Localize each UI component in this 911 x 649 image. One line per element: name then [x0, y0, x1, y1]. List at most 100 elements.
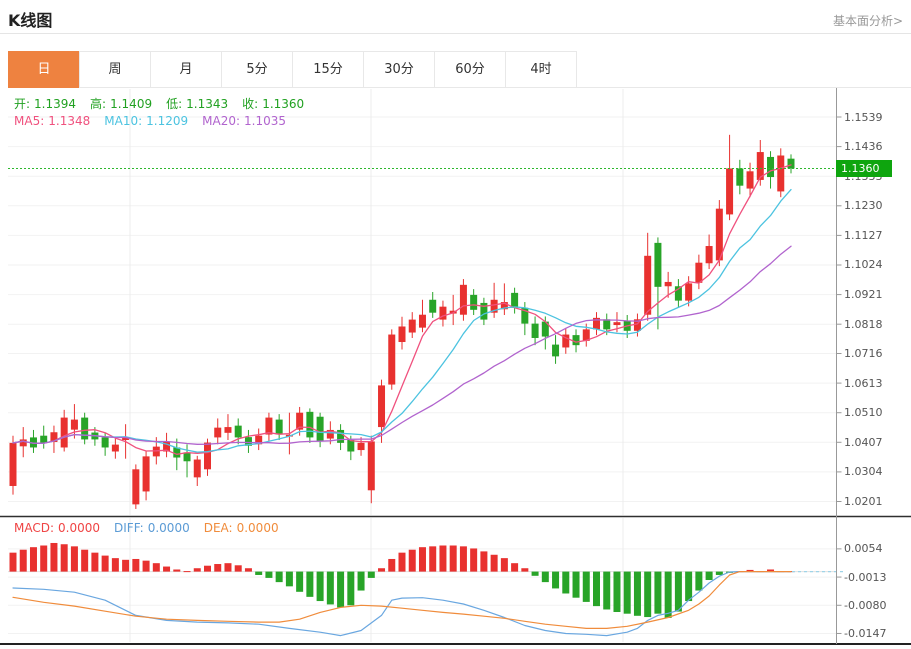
macd-bar [521, 568, 528, 571]
legend-label: 高: [90, 97, 106, 111]
candle-body-up [358, 443, 365, 450]
axis-tick-label: 1.1436 [844, 140, 883, 153]
macd-bar [337, 572, 344, 608]
macd-bar [163, 567, 170, 572]
candle-body-down [429, 300, 436, 313]
legend-value: 1.1348 [48, 114, 90, 128]
macd-bar [399, 553, 406, 572]
axis-tick-label: 0.0054 [844, 542, 883, 555]
axis-tick-label: 1.1230 [844, 199, 883, 212]
candle-body-down [347, 440, 354, 451]
macd-bar [562, 572, 569, 594]
candle-body-up [747, 171, 754, 188]
macd-bar [122, 560, 129, 572]
axis-tick-label: 1.0613 [844, 377, 883, 390]
legend-label: 收: [242, 97, 258, 111]
macd-bar [132, 559, 139, 572]
axis-tick-label: 1.1127 [844, 229, 883, 242]
macd-bar [439, 546, 446, 572]
legend-value: 1.1035 [244, 114, 286, 128]
macd-bar [204, 566, 211, 572]
candle-body-up [706, 246, 713, 263]
candle-body-down [603, 319, 610, 329]
macd-bar [30, 547, 37, 571]
macd-bar [20, 550, 27, 572]
candle-body-up [112, 445, 119, 452]
macd-bar [112, 558, 119, 571]
macd-bar [511, 563, 518, 571]
axis-tick-label: 1.0407 [844, 436, 883, 449]
axis-tick-label: 1.0304 [844, 465, 883, 478]
candle-body-up [726, 168, 733, 214]
candle-body-up [378, 385, 385, 427]
macd-bar [245, 568, 252, 571]
macd-bar [143, 561, 150, 572]
candle-body-up [685, 283, 692, 300]
macd-bar [10, 553, 17, 572]
legend-value: 1.1394 [34, 97, 76, 111]
macd-bar [685, 572, 692, 601]
macd-bar [153, 563, 160, 571]
macd-bar [91, 553, 98, 572]
macd-bar [40, 546, 47, 572]
macd-bar [255, 572, 262, 575]
macd-bar [276, 572, 283, 583]
legend-label: MACD: [14, 521, 54, 535]
macd-bar [317, 572, 324, 601]
macd-bar [368, 572, 375, 578]
macd-bar [296, 572, 303, 592]
macd-bar [491, 555, 498, 572]
macd-bar [654, 572, 661, 614]
ma-legend: MA5:1.1348MA10:1.1209MA20:1.1035 [14, 114, 300, 128]
last-price-value: 1.1360 [841, 162, 880, 175]
macd-bar [61, 544, 68, 571]
candle-body-up [399, 326, 406, 342]
legend-label: MA10: [104, 114, 142, 128]
legend-value: 1.1209 [146, 114, 188, 128]
macd-bar [429, 546, 436, 571]
candle-body-down [317, 417, 324, 442]
macd-bar [184, 571, 191, 572]
macd-bar [501, 558, 508, 571]
candle-body-down [767, 157, 774, 177]
candle-body-down [306, 412, 313, 438]
candle-body-up [368, 441, 375, 490]
candle-body-up [10, 443, 17, 486]
legend-value: 0.0000 [237, 521, 279, 535]
macd-bar [716, 572, 723, 575]
legend-label: DIFF: [114, 521, 144, 535]
macd-bar [378, 568, 385, 571]
macd-bar [695, 572, 702, 591]
candle-body-up [143, 456, 150, 491]
axis-tick-label: -0.0080 [844, 599, 886, 612]
candle-body-down [573, 335, 580, 345]
axis-tick-label: 1.0201 [844, 495, 883, 508]
axis-tick-label: 1.0510 [844, 406, 883, 419]
candle-body-up [419, 315, 426, 328]
macd-bar [173, 569, 180, 571]
macd-bar [306, 572, 313, 597]
macd-bar [644, 572, 651, 617]
macd-bar [460, 546, 467, 571]
macd-bar [603, 572, 610, 610]
candle-body-up [61, 418, 68, 448]
candle-body-up [71, 420, 78, 430]
axis-tick-label: 1.1539 [844, 111, 883, 124]
macd-bar [675, 572, 682, 612]
macd-bar [532, 572, 539, 576]
legend-label: DEA: [204, 521, 233, 535]
candle-body-up [695, 263, 702, 283]
legend-label: 开: [14, 97, 30, 111]
macd-bar [552, 572, 559, 589]
macd-bar [81, 550, 88, 572]
candle-body-up [777, 156, 784, 192]
candle-body-down [102, 437, 109, 447]
macd-bar [634, 572, 641, 616]
candle-body-down [788, 159, 795, 169]
macd-bar [50, 543, 57, 572]
candle-body-up [224, 427, 231, 433]
macd-bar [706, 572, 713, 580]
candle-body-up [204, 443, 211, 470]
legend-label: 低: [166, 97, 182, 111]
macd-bar [347, 572, 354, 606]
